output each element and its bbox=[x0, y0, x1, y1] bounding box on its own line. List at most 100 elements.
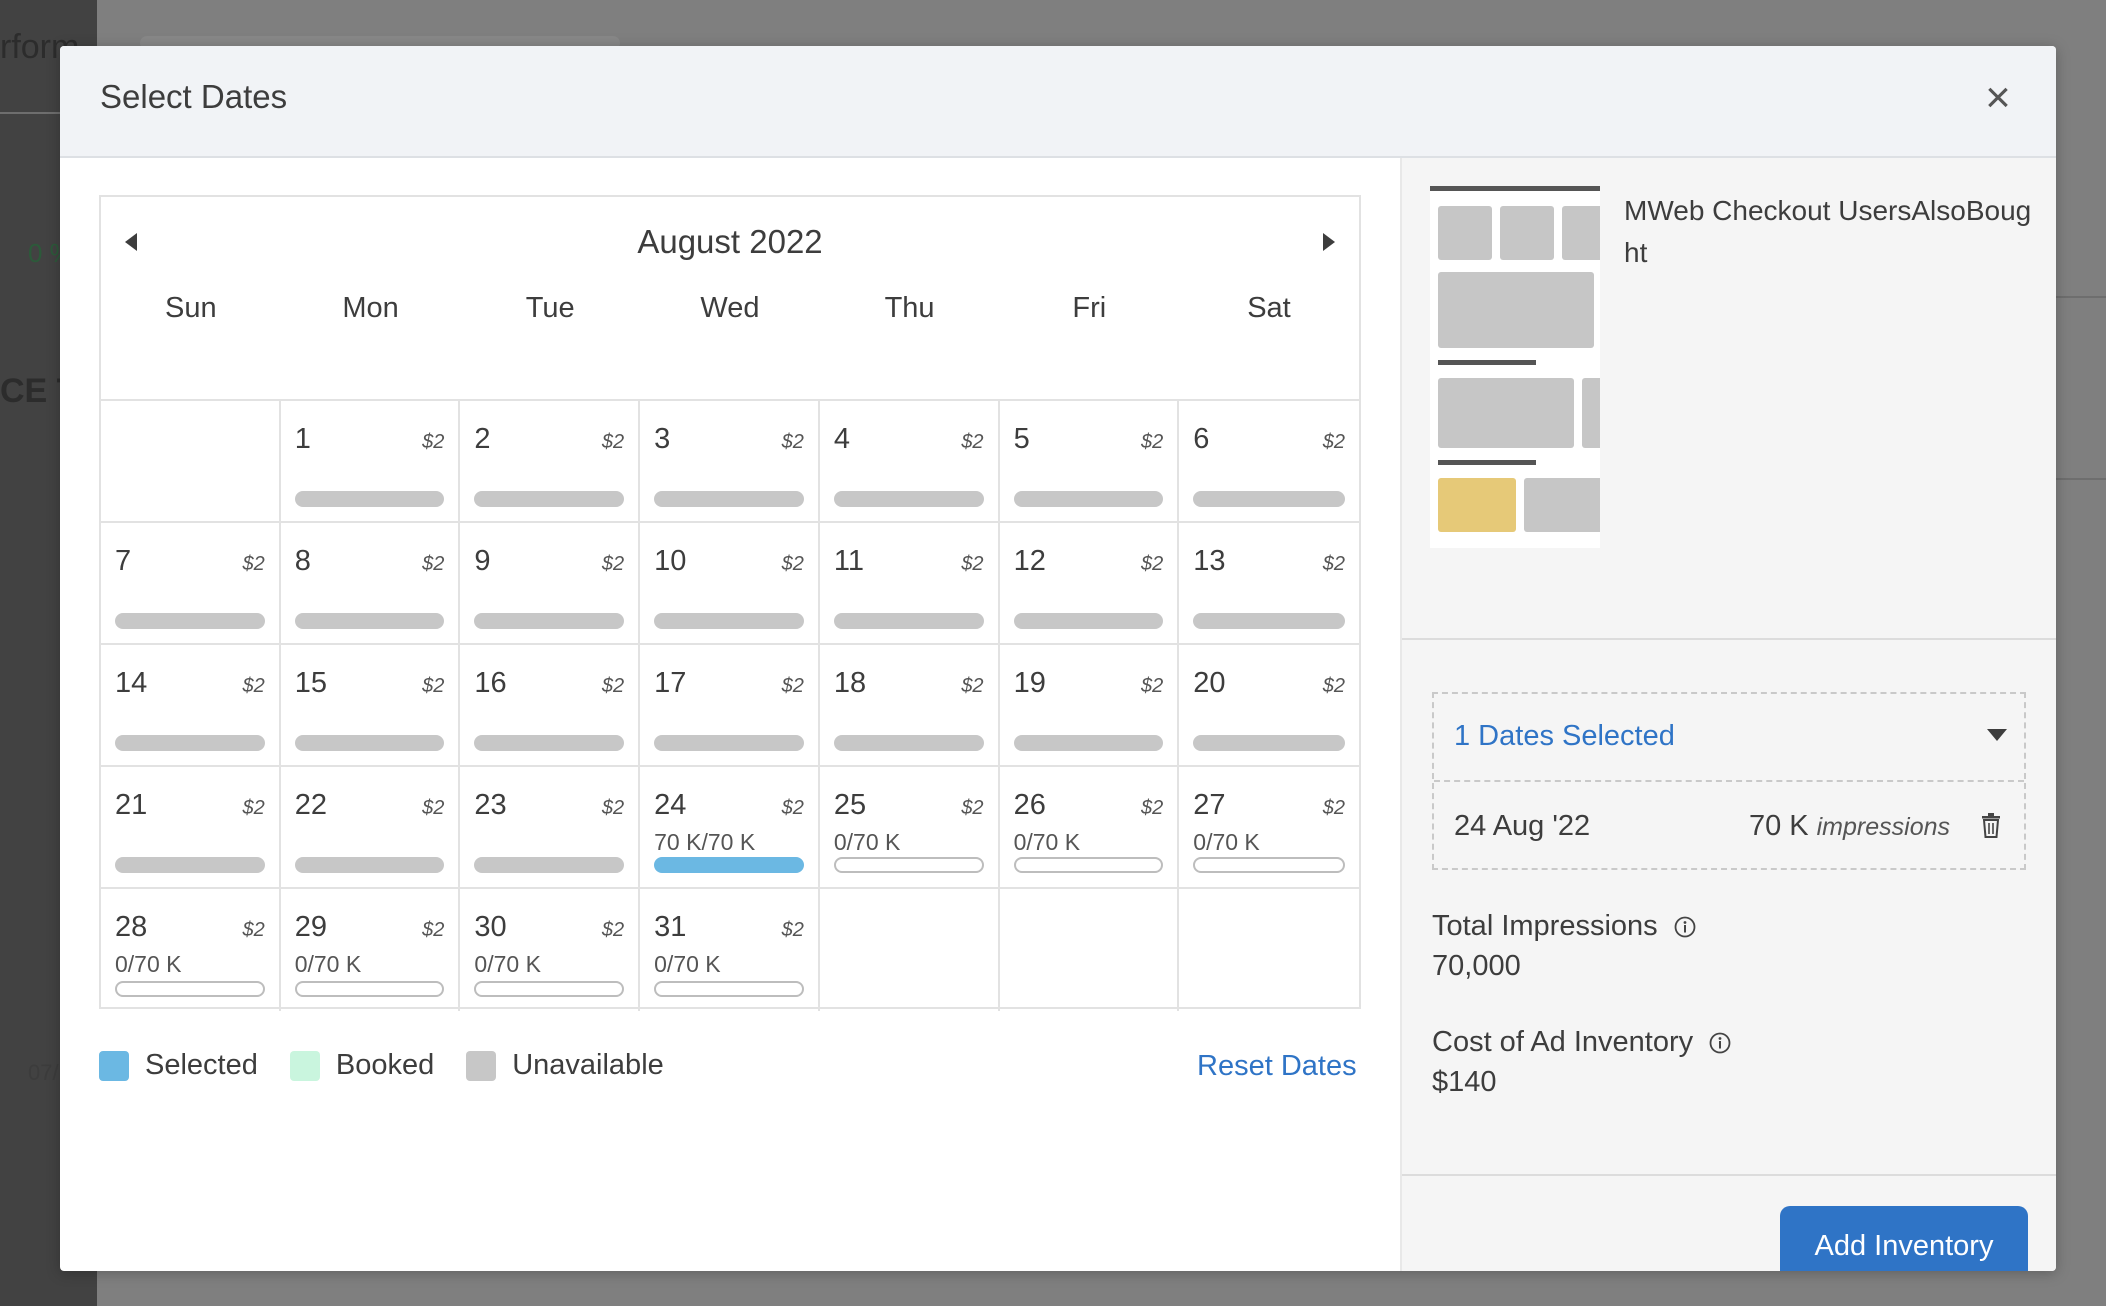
cost-of-ad-inventory-value: $140 bbox=[1432, 1066, 1497, 1098]
day-price: $2 bbox=[601, 675, 625, 697]
day-status-bar bbox=[474, 857, 625, 873]
weekday-label: Wed bbox=[700, 292, 760, 324]
total-impressions-value: 70,000 bbox=[1432, 950, 1521, 982]
reset-dates-link[interactable]: Reset Dates bbox=[1197, 1050, 1357, 1083]
day-number: 16 bbox=[474, 667, 507, 699]
day-status-bar bbox=[474, 613, 625, 629]
day-status-bar bbox=[1013, 735, 1164, 751]
close-icon[interactable]: × bbox=[1976, 76, 2020, 120]
day-number: 30 bbox=[474, 911, 507, 943]
day-status-bar bbox=[474, 981, 625, 997]
weekday-label: Thu bbox=[884, 292, 935, 324]
calendar-day-5: 5 $2 bbox=[999, 401, 1180, 523]
inventory-summary-panel: MWeb Checkout UsersAlsoBought 1 Dates Se… bbox=[1400, 158, 2056, 1271]
day-availability: 0/70 K bbox=[294, 951, 362, 977]
background-date-fragment: 07/ bbox=[28, 1060, 59, 1085]
day-number: 23 bbox=[474, 789, 507, 821]
day-status-bar bbox=[294, 491, 445, 507]
day-status-bar bbox=[294, 981, 445, 997]
modal-title: Select Dates bbox=[100, 78, 288, 115]
calendar-day-30[interactable]: 30 $2 0/70 K bbox=[460, 889, 641, 1011]
day-status-bar bbox=[833, 735, 984, 751]
day-number: 26 bbox=[1013, 789, 1046, 821]
calendar-legend: Selected Booked Unavailable bbox=[99, 1049, 696, 1082]
day-status-bar bbox=[1193, 491, 1345, 507]
day-availability: 0/70 K bbox=[833, 829, 901, 855]
calendar-day-29[interactable]: 29 $2 0/70 K bbox=[281, 889, 461, 1011]
calendar-cell-empty bbox=[1000, 889, 1180, 1011]
legend-swatch-selected bbox=[99, 1050, 129, 1081]
day-number: 6 bbox=[1193, 423, 1210, 455]
day-status-bar bbox=[115, 857, 265, 873]
dates-selected-count: 1 Dates Selected bbox=[1454, 720, 1675, 752]
day-number: 1 bbox=[294, 423, 311, 455]
calendar-day-7: 7 $2 bbox=[101, 523, 281, 645]
day-availability: 0/70 K bbox=[474, 951, 541, 977]
day-availability: 0/70 K bbox=[115, 951, 182, 977]
calendar-day-6: 6 $2 bbox=[1179, 401, 1359, 523]
weekday-label: Fri bbox=[1072, 292, 1107, 324]
day-price: $2 bbox=[422, 919, 445, 941]
day-number: 21 bbox=[115, 789, 148, 821]
calendar-day-27[interactable]: 27 $2 0/70 K bbox=[1179, 767, 1359, 889]
weekday-label: Mon bbox=[342, 292, 399, 324]
day-price: $2 bbox=[601, 553, 625, 575]
legend-swatch-unavailable bbox=[466, 1050, 497, 1081]
calendar-grid: 1 $2 2 $2 3 $2 4 $2 5 $2 6 $2 7 $2 8 $2 9 $2 10 $2 11 $2 12 $2 1… bbox=[101, 399, 1359, 1011]
selected-date-row: 24 Aug '22 70 Kimpressions bbox=[1454, 810, 2010, 850]
background-divider bbox=[2056, 478, 2106, 480]
weekday-label: Sun bbox=[165, 292, 217, 324]
calendar-day-28[interactable]: 28 $2 0/70 K bbox=[101, 889, 281, 1011]
selected-dates-toggle[interactable]: 1 Dates Selected bbox=[1434, 694, 2024, 782]
calendar-day-31[interactable]: 31 $2 0/70 K bbox=[640, 889, 820, 1011]
day-status-bar bbox=[654, 735, 804, 751]
month-title: August 2022 bbox=[637, 223, 823, 260]
day-number: 7 bbox=[115, 545, 132, 577]
calendar-day-12: 12 $2 bbox=[999, 523, 1180, 645]
info-icon[interactable] bbox=[1709, 1032, 1731, 1054]
day-price: $2 bbox=[422, 675, 445, 697]
calendar-day-13: 13 $2 bbox=[1179, 523, 1359, 645]
day-price: $2 bbox=[242, 919, 265, 941]
day-price: $2 bbox=[961, 431, 984, 453]
day-number: 27 bbox=[1193, 789, 1226, 821]
day-status-bar bbox=[833, 613, 984, 629]
calendar-cell-empty bbox=[101, 401, 281, 523]
calendar-day-3: 3 $2 bbox=[640, 401, 820, 523]
day-number: 19 bbox=[1013, 667, 1046, 699]
legend-label: Unavailable bbox=[512, 1049, 664, 1081]
calendar-day-9: 9 $2 bbox=[460, 523, 641, 645]
info-icon[interactable] bbox=[1674, 916, 1696, 938]
add-inventory-button[interactable]: Add Inventory bbox=[1780, 1206, 2028, 1271]
day-number: 20 bbox=[1193, 667, 1226, 699]
caret-right-icon[interactable] bbox=[1313, 227, 1343, 257]
calendar: August 2022 Sun Mon Tue Wed Thu Fri Sat … bbox=[99, 195, 1361, 1011]
day-number: 8 bbox=[294, 545, 311, 577]
day-number: 5 bbox=[1013, 423, 1030, 455]
day-price: $2 bbox=[422, 431, 445, 453]
weekday-header: Sun Mon Tue Wed Thu Fri Sat bbox=[101, 292, 1359, 325]
calendar-day-24[interactable]: 24 $2 70 K/70 K bbox=[640, 767, 820, 889]
day-price: $2 bbox=[961, 553, 984, 575]
day-number: 10 bbox=[654, 545, 687, 577]
day-price: $2 bbox=[242, 797, 265, 819]
calendar-day-26[interactable]: 26 $2 0/70 K bbox=[999, 767, 1180, 889]
day-number: 4 bbox=[833, 423, 850, 455]
legend-item-unavailable: Unavailable bbox=[466, 1049, 664, 1082]
legend-label: Selected bbox=[145, 1049, 258, 1081]
calendar-day-15: 15 $2 bbox=[280, 645, 461, 767]
calendar-day-8: 8 $2 bbox=[280, 523, 461, 645]
selected-date: 24 Aug '22 bbox=[1454, 810, 1591, 842]
calendar-day-25[interactable]: 25 $2 0/70 K bbox=[819, 767, 1000, 889]
day-number: 28 bbox=[115, 911, 148, 943]
widget-name: MWeb Checkout UsersAlsoBought bbox=[1624, 195, 2032, 268]
calendar-day-14: 14 $2 bbox=[101, 645, 281, 767]
day-status-bar bbox=[654, 613, 804, 629]
calendar-day-22: 22 $2 bbox=[280, 767, 461, 889]
weekday-label: Tue bbox=[525, 292, 575, 324]
day-status-bar bbox=[1013, 857, 1164, 873]
trash-icon[interactable] bbox=[1980, 812, 2002, 838]
calendar-day-23: 23 $2 bbox=[460, 767, 641, 889]
selected-date-impressions: 70 Kimpressions bbox=[1749, 810, 1950, 843]
day-status-bar bbox=[474, 735, 625, 751]
